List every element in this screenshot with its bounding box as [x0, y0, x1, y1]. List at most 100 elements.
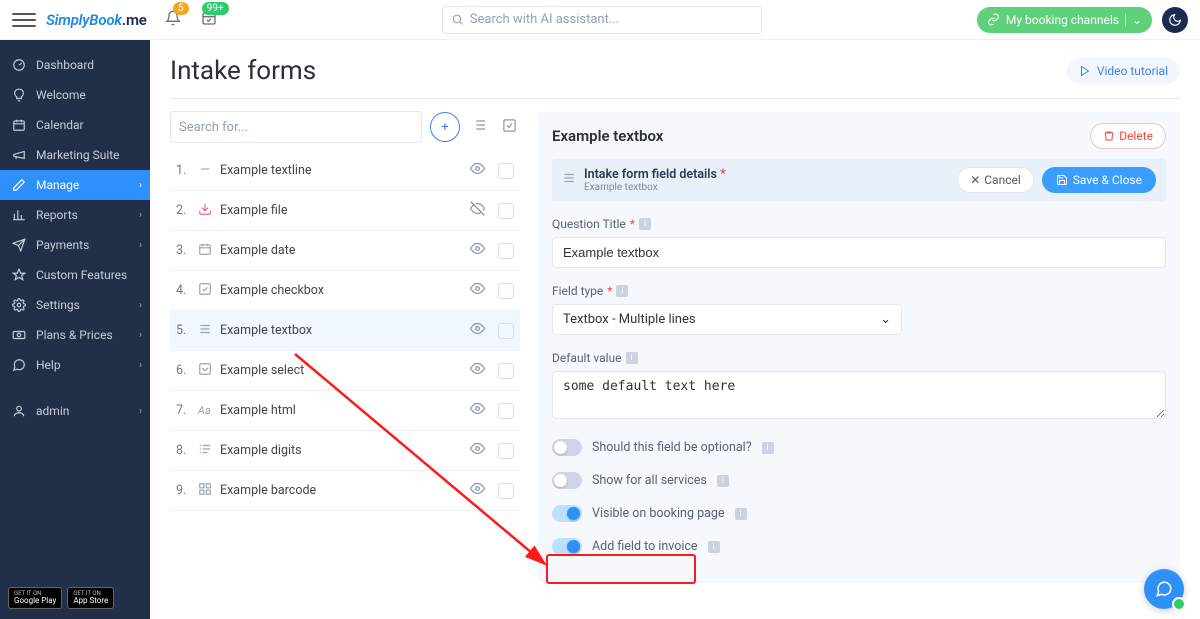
list-item-checkbox[interactable] — [498, 403, 514, 419]
field-type-icon — [198, 482, 220, 500]
toggle-visible-booking[interactable] — [552, 505, 582, 522]
list-item-label: Example date — [220, 243, 470, 258]
sidebar-item-marketing[interactable]: Marketing Suite — [0, 140, 150, 170]
chat-icon — [12, 358, 26, 372]
visibility-icon[interactable] — [470, 281, 492, 300]
field-list-item[interactable]: 4. Example checkbox — [170, 271, 520, 311]
question-title-label: Question Title * i — [552, 217, 1166, 231]
list-item-checkbox[interactable] — [498, 443, 514, 459]
trash-icon — [1103, 130, 1115, 142]
app-store-badge[interactable]: GET IT ONApp Store — [67, 587, 114, 609]
sidebar: Dashboard Welcome Calendar Marketing Sui… — [0, 40, 150, 619]
sidebar-item-settings[interactable]: Settings› — [0, 290, 150, 320]
select-all-icon[interactable] — [498, 118, 520, 137]
visibility-icon[interactable] — [470, 401, 492, 420]
default-value-label: Default value i — [552, 351, 1166, 365]
booking-channels-button[interactable]: My booking channels ⌄ — [977, 7, 1152, 33]
list-view-icon[interactable] — [468, 117, 490, 137]
list-item-number: 3. — [176, 243, 198, 258]
info-icon[interactable]: i — [616, 285, 628, 297]
info-icon[interactable]: i — [626, 352, 638, 364]
visibility-icon[interactable] — [470, 481, 492, 500]
visibility-icon[interactable] — [470, 161, 492, 180]
sidebar-item-reports[interactable]: Reports› — [0, 200, 150, 230]
info-icon[interactable]: i — [762, 442, 774, 454]
toggle-all-services[interactable] — [552, 472, 582, 489]
sidebar-item-payments[interactable]: Payments› — [0, 230, 150, 260]
chart-icon — [12, 208, 26, 222]
field-list-item[interactable]: 2. Example file — [170, 191, 520, 231]
list-item-label: Example textline — [220, 163, 470, 178]
field-list-item[interactable]: 1. Example textline — [170, 151, 520, 191]
sidebar-item-features[interactable]: Custom Features — [0, 260, 150, 290]
theme-toggle[interactable] — [1162, 7, 1188, 33]
visibility-icon[interactable] — [470, 321, 492, 340]
video-tutorial-button[interactable]: Video tutorial — [1067, 58, 1180, 84]
global-search[interactable]: Search with AI assistant... — [442, 6, 762, 34]
info-icon[interactable]: i — [639, 218, 651, 230]
sidebar-item-welcome[interactable]: Welcome — [0, 80, 150, 110]
pencil-icon — [12, 178, 26, 192]
sidebar-item-admin[interactable]: admin› — [0, 396, 150, 426]
list-item-number: 7. — [176, 403, 198, 418]
field-list-item[interactable]: 5. Example textbox — [170, 311, 520, 351]
google-play-badge[interactable]: GET IT ONGoogle Play — [8, 587, 62, 609]
sidebar-item-calendar[interactable]: Calendar — [0, 110, 150, 140]
lightbulb-icon — [12, 88, 26, 102]
hamburger-menu[interactable] — [12, 8, 36, 32]
info-icon[interactable]: i — [708, 541, 720, 553]
visibility-icon[interactable] — [470, 241, 492, 260]
toggle-add-to-invoice[interactable] — [552, 538, 582, 555]
list-item-number: 2. — [176, 203, 198, 218]
money-icon — [12, 328, 26, 342]
list-item-checkbox[interactable] — [498, 483, 514, 499]
info-icon[interactable]: i — [717, 475, 729, 487]
cancel-button[interactable]: ✕Cancel — [957, 167, 1034, 193]
list-item-label: Example html — [220, 403, 470, 418]
question-title-input[interactable] — [552, 237, 1166, 268]
list-item-checkbox[interactable] — [498, 323, 514, 339]
list-item-checkbox[interactable] — [498, 163, 514, 179]
chevron-right-icon: › — [139, 406, 142, 417]
add-field-button[interactable]: + — [430, 112, 460, 142]
list-item-checkbox[interactable] — [498, 363, 514, 379]
field-list-item[interactable]: 8. Example digits — [170, 431, 520, 471]
field-type-icon — [198, 162, 220, 180]
list-item-checkbox[interactable] — [498, 283, 514, 299]
field-list-item[interactable]: 3. Example date — [170, 231, 520, 271]
chevron-right-icon: › — [139, 210, 142, 221]
field-list-item[interactable]: 9. Example barcode — [170, 471, 520, 511]
info-icon[interactable]: i — [735, 508, 747, 520]
list-item-label: Example checkbox — [220, 283, 470, 298]
logo[interactable]: SimplyBook.me — [46, 11, 147, 29]
visibility-icon[interactable] — [470, 361, 492, 380]
fields-search[interactable]: Search for... — [170, 111, 422, 143]
toggle-optional[interactable] — [552, 439, 582, 456]
page-title: Intake forms — [170, 56, 316, 86]
sidebar-item-help[interactable]: Help› — [0, 350, 150, 380]
delete-button[interactable]: Delete — [1090, 123, 1166, 149]
field-list-item[interactable]: 7. Aa Example html — [170, 391, 520, 431]
list-item-label: Example select — [220, 363, 470, 378]
field-type-icon — [198, 282, 220, 300]
sidebar-item-manage[interactable]: Manage› — [0, 170, 150, 200]
field-type-select[interactable]: Textbox - Multiple lines⌄ — [552, 304, 902, 335]
bell-icon[interactable]: 5 — [165, 10, 181, 30]
list-item-checkbox[interactable] — [498, 243, 514, 259]
default-value-input[interactable] — [552, 371, 1166, 419]
chat-fab[interactable] — [1144, 569, 1184, 609]
calendar-check-icon[interactable]: 99+ — [201, 10, 217, 30]
cal-badge: 99+ — [202, 2, 229, 15]
sidebar-item-dashboard[interactable]: Dashboard — [0, 50, 150, 80]
detail-title: Example textbox — [552, 127, 663, 145]
list-item-label: Example barcode — [220, 483, 470, 498]
visibility-icon[interactable] — [470, 201, 492, 220]
sidebar-item-plans[interactable]: Plans & Prices› — [0, 320, 150, 350]
chevron-right-icon: › — [139, 240, 142, 251]
list-item-number: 1. — [176, 163, 198, 178]
field-list-item[interactable]: 6. Example select — [170, 351, 520, 391]
visibility-icon[interactable] — [470, 441, 492, 460]
list-item-checkbox[interactable] — [498, 203, 514, 219]
save-button[interactable]: Save & Close — [1042, 167, 1156, 193]
chevron-right-icon: › — [139, 360, 142, 371]
